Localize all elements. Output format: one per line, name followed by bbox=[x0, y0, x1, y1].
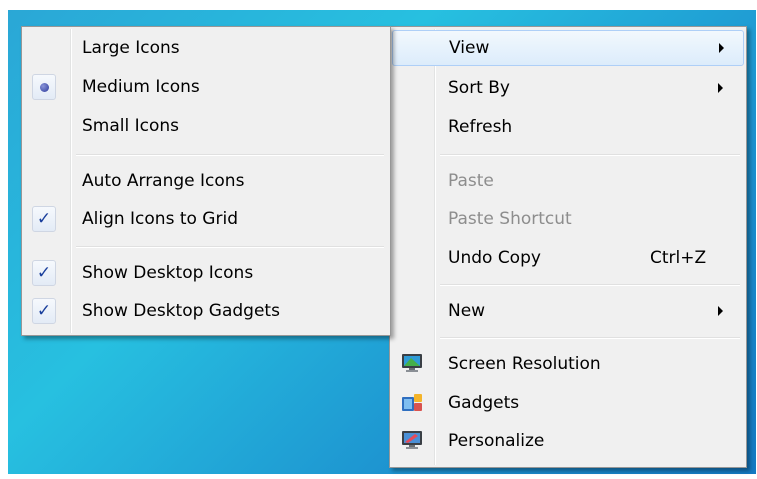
menu-separator bbox=[440, 154, 740, 156]
menu-item-paste[interactable]: Paste bbox=[392, 163, 744, 199]
checkmark-icon: ✓ bbox=[32, 260, 56, 286]
menu-item-label: Screen Resolution bbox=[448, 354, 601, 374]
personalize-icon bbox=[402, 431, 422, 449]
submenu-item-show-desktop-gadgets[interactable]: ✓ Show Desktop Gadgets bbox=[24, 293, 388, 329]
checkmark-icon: ✓ bbox=[32, 206, 56, 232]
gadgets-icon bbox=[402, 394, 422, 411]
menu-item-label: Refresh bbox=[448, 117, 513, 137]
submenu-item-align-to-grid[interactable]: ✓ Align Icons to Grid bbox=[24, 201, 388, 237]
desktop-context-menu: View Sort By Refresh Paste Paste Shortcu… bbox=[389, 26, 747, 468]
submenu-item-large-icons[interactable]: Large Icons bbox=[24, 30, 388, 66]
menu-separator bbox=[440, 284, 740, 286]
menu-item-label: Large Icons bbox=[82, 38, 180, 58]
menu-item-sort-by[interactable]: Sort By bbox=[392, 70, 744, 106]
menu-separator bbox=[76, 154, 384, 156]
menu-item-gadgets[interactable]: Gadgets bbox=[392, 385, 744, 421]
menu-item-view[interactable]: View bbox=[392, 30, 744, 66]
menu-item-screen-resolution[interactable]: Screen Resolution bbox=[392, 346, 744, 382]
menu-item-label: Paste bbox=[448, 171, 494, 191]
menu-item-refresh[interactable]: Refresh bbox=[392, 109, 744, 145]
menu-item-label: View bbox=[449, 38, 490, 58]
submenu-arrow-icon bbox=[718, 83, 723, 93]
menu-separator bbox=[440, 337, 740, 339]
menu-item-label: New bbox=[448, 301, 486, 321]
menu-item-new[interactable]: New bbox=[392, 293, 744, 329]
menu-item-label: Medium Icons bbox=[82, 77, 200, 97]
menu-item-label: Auto Arrange Icons bbox=[82, 171, 245, 191]
submenu-arrow-icon bbox=[718, 306, 723, 316]
menu-item-label: Align Icons to Grid bbox=[82, 209, 238, 229]
checkmark-icon: ✓ bbox=[32, 298, 56, 324]
menu-item-label: Paste Shortcut bbox=[448, 209, 572, 229]
submenu-item-auto-arrange[interactable]: Auto Arrange Icons bbox=[24, 163, 388, 199]
menu-item-personalize[interactable]: Personalize bbox=[392, 423, 744, 459]
menu-item-paste-shortcut[interactable]: Paste Shortcut bbox=[392, 201, 744, 237]
monitor-icon bbox=[402, 354, 422, 372]
submenu-item-small-icons[interactable]: Small Icons bbox=[24, 108, 388, 144]
menu-item-undo-copy[interactable]: Undo Copy Ctrl+Z bbox=[392, 240, 744, 276]
radio-indicator bbox=[32, 74, 56, 100]
menu-separator bbox=[76, 246, 384, 248]
menu-item-label: Personalize bbox=[448, 431, 545, 451]
menu-item-label: Sort By bbox=[448, 78, 510, 98]
menu-item-label: Show Desktop Gadgets bbox=[82, 301, 280, 321]
menu-item-label: Small Icons bbox=[82, 116, 180, 136]
submenu-arrow-icon bbox=[719, 43, 724, 53]
submenu-item-medium-icons[interactable]: Medium Icons bbox=[24, 69, 388, 105]
view-submenu: Large Icons Medium Icons Small Icons Aut… bbox=[21, 26, 391, 336]
shortcut-label: Ctrl+Z bbox=[650, 248, 707, 268]
menu-item-label: Gadgets bbox=[448, 393, 520, 413]
menu-item-label: Show Desktop Icons bbox=[82, 263, 254, 283]
submenu-item-show-desktop-icons[interactable]: ✓ Show Desktop Icons bbox=[24, 255, 388, 291]
radio-bullet-icon bbox=[39, 82, 49, 92]
menu-item-label: Undo Copy bbox=[448, 248, 541, 268]
